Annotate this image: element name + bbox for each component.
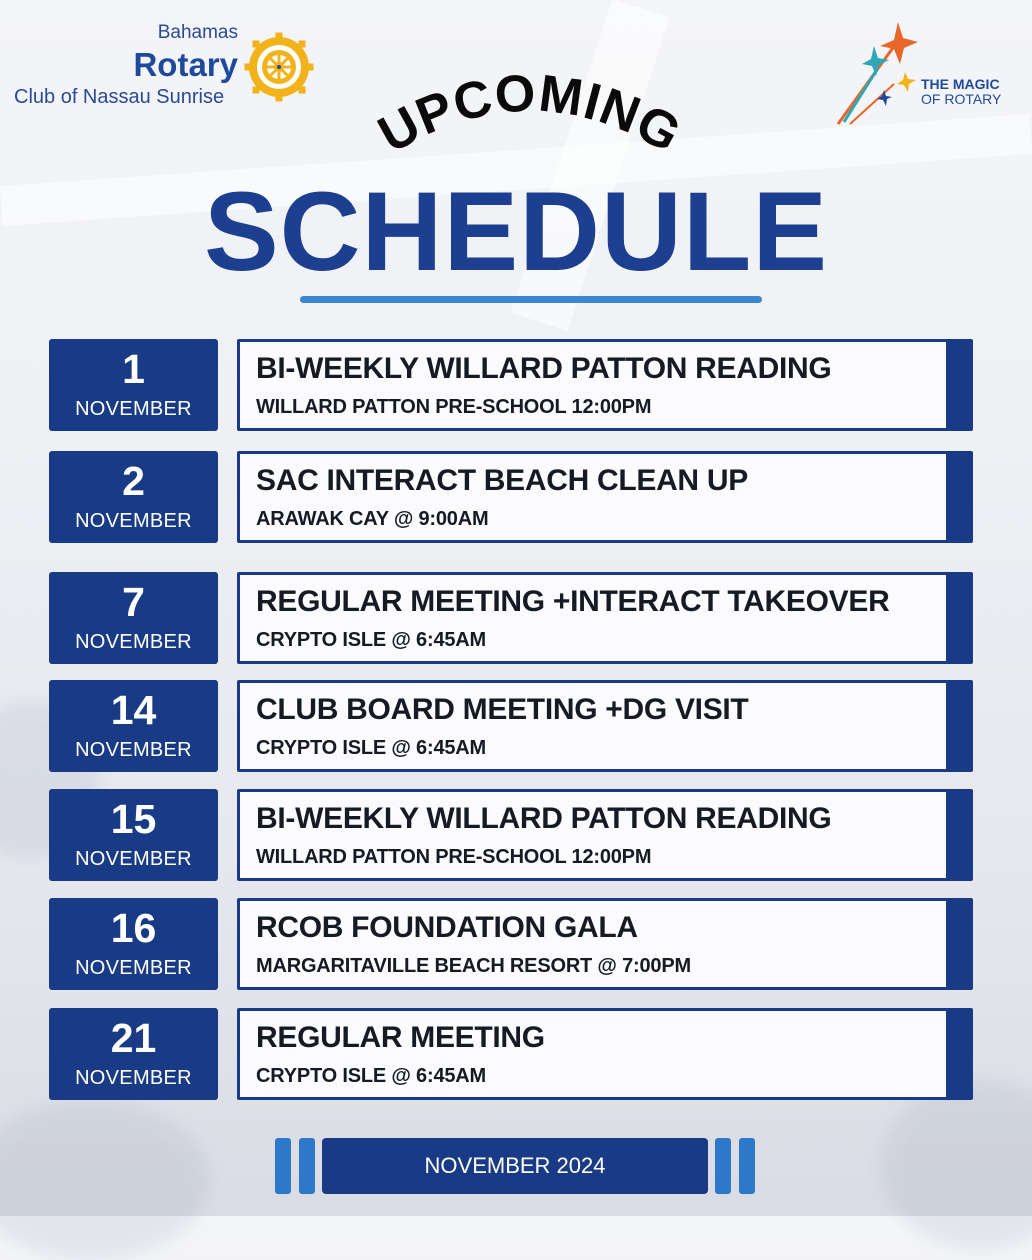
date-box: 1 NOVEMBER: [49, 339, 218, 431]
schedule-row: 7 NOVEMBER REGULAR MEETING +INTERACT TAK…: [49, 572, 973, 664]
event-title: BI-WEEKLY WILLARD PATTON READING: [256, 802, 832, 835]
svg-text:UPCOMING: UPCOMING: [369, 70, 691, 164]
stars-icon: [836, 22, 918, 125]
event-detail: CRYPTO ISLE @ 6:45AM: [256, 1065, 486, 1087]
event-card-inner: BI-WEEKLY WILLARD PATTON READING WILLARD…: [240, 342, 946, 428]
event-title: REGULAR MEETING: [256, 1021, 545, 1054]
bg-figure: [0, 1100, 210, 1260]
footer-bar-left-2: [299, 1138, 315, 1194]
schedule-row: 21 NOVEMBER REGULAR MEETING CRYPTO ISLE …: [49, 1008, 973, 1100]
event-card-inner: CLUB BOARD MEETING +DG VISIT CRYPTO ISLE…: [240, 683, 946, 769]
event-card: CLUB BOARD MEETING +DG VISIT CRYPTO ISLE…: [237, 680, 973, 772]
magic-of-rotary-logo: THE MAGIC OF ROTARY: [830, 18, 1020, 128]
event-card-inner: RCOB FOUNDATION GALA MARGARITAVILLE BEAC…: [240, 901, 946, 987]
footer-bar-left-1: [275, 1138, 291, 1194]
event-card: BI-WEEKLY WILLARD PATTON READING WILLARD…: [237, 339, 973, 431]
date-day: 14: [110, 687, 157, 733]
event-card: REGULAR MEETING CRYPTO ISLE @ 6:45AM: [237, 1008, 973, 1100]
footer-bar-right-2: [739, 1138, 755, 1194]
date-month: NOVEMBER: [75, 398, 192, 420]
event-card: BI-WEEKLY WILLARD PATTON READING WILLARD…: [237, 789, 973, 881]
event-card-inner: REGULAR MEETING CRYPTO ISLE @ 6:45AM: [240, 1011, 946, 1097]
date-box: 14 NOVEMBER: [49, 680, 218, 772]
date-box: 2 NOVEMBER: [49, 451, 218, 543]
schedule-row: 15 NOVEMBER BI-WEEKLY WILLARD PATTON REA…: [49, 789, 973, 881]
event-detail: MARGARITAVILLE BEACH RESORT @ 7:00PM: [256, 955, 691, 977]
date-day: 15: [110, 796, 157, 842]
logo-club-text: Club of Nassau Sunrise: [14, 86, 225, 108]
event-card: SAC INTERACT BEACH CLEAN UP ARAWAK CAY @…: [237, 451, 973, 543]
date-month: NOVEMBER: [75, 739, 192, 761]
date-box: 16 NOVEMBER: [49, 898, 218, 990]
schedule-heading: SCHEDULE: [203, 169, 829, 294]
event-card-inner: SAC INTERACT BEACH CLEAN UP ARAWAK CAY @…: [240, 454, 946, 540]
upcoming-text: UPCOMING: [369, 70, 690, 164]
footer-bar-right-1: [715, 1138, 731, 1194]
bg-figure: [880, 1080, 1032, 1250]
date-box: 7 NOVEMBER: [49, 572, 218, 664]
date-box: 15 NOVEMBER: [49, 789, 218, 881]
date-day: 21: [110, 1015, 157, 1061]
event-detail: ARAWAK CAY @ 9:00AM: [256, 508, 489, 530]
logo-magic-text: THE MAGIC: [921, 76, 1000, 92]
event-detail: WILLARD PATTON PRE-SCHOOL 12:00PM: [256, 396, 652, 418]
event-title: CLUB BOARD MEETING +DG VISIT: [256, 693, 749, 726]
event-detail: CRYPTO ISLE @ 6:45AM: [256, 629, 486, 651]
event-detail: CRYPTO ISLE @ 6:45AM: [256, 737, 486, 759]
rotary-club-logo: Bahamas Rotary Club of Nassau Sunrise: [12, 20, 314, 110]
event-card-inner: BI-WEEKLY WILLARD PATTON READING WILLARD…: [240, 792, 946, 878]
logo-rotary-text: Rotary: [133, 46, 238, 83]
date-box: 21 NOVEMBER: [49, 1008, 218, 1100]
upcoming-heading: UPCOMING: [369, 70, 691, 164]
date-month: NOVEMBER: [75, 957, 192, 979]
event-card-inner: REGULAR MEETING +INTERACT TAKEOVER CRYPT…: [240, 575, 946, 661]
event-detail: WILLARD PATTON PRE-SCHOOL 12:00PM: [256, 846, 652, 868]
rotary-wheel-icon: [244, 32, 314, 102]
event-title: REGULAR MEETING +INTERACT TAKEOVER: [256, 585, 890, 618]
date-month: NOVEMBER: [75, 510, 192, 532]
event-title: SAC INTERACT BEACH CLEAN UP: [256, 464, 748, 497]
date-month: NOVEMBER: [75, 1067, 192, 1089]
footer-month-label: NOVEMBER 2024: [322, 1138, 708, 1194]
schedule-row: 16 NOVEMBER RCOB FOUNDATION GALA MARGARI…: [49, 898, 973, 990]
schedule-row: 2 NOVEMBER SAC INTERACT BEACH CLEAN UP A…: [49, 451, 973, 543]
schedule-row: 14 NOVEMBER CLUB BOARD MEETING +DG VISIT…: [49, 680, 973, 772]
heading-underline: [300, 296, 762, 303]
logo-bahamas-text: Bahamas: [157, 22, 238, 43]
schedule-row: 1 NOVEMBER BI-WEEKLY WILLARD PATTON READ…: [49, 339, 973, 431]
date-month: NOVEMBER: [75, 631, 192, 653]
date-day: 1: [122, 346, 145, 392]
event-title: RCOB FOUNDATION GALA: [256, 911, 638, 944]
event-card: RCOB FOUNDATION GALA MARGARITAVILLE BEAC…: [237, 898, 973, 990]
date-day: 2: [122, 458, 145, 504]
date-day: 7: [122, 579, 145, 625]
event-title: BI-WEEKLY WILLARD PATTON READING: [256, 352, 832, 385]
event-card: REGULAR MEETING +INTERACT TAKEOVER CRYPT…: [237, 572, 973, 664]
date-month: NOVEMBER: [75, 848, 192, 870]
logo-of-rotary-text: OF ROTARY: [921, 91, 1002, 107]
date-day: 16: [110, 905, 157, 951]
